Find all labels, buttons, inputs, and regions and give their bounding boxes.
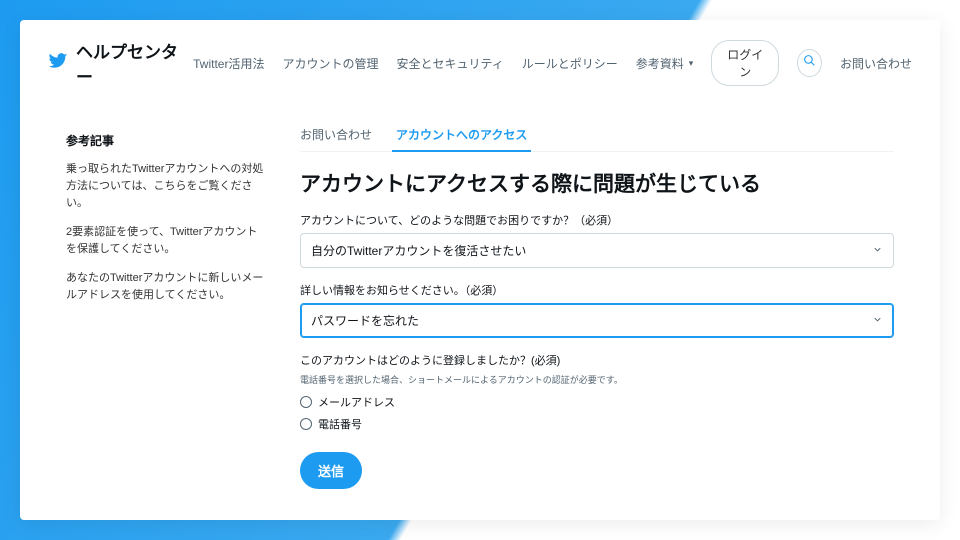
sidebar: 参考記事 乗っ取られたTwitterアカウントへの対処方法については、こちらをご…	[66, 102, 266, 508]
main-content: お問い合わせ アカウントへのアクセス アカウントにアクセスする際に問題が生じてい…	[300, 102, 894, 508]
q2-label: 詳しい情報をお知らせください。（必須）	[300, 282, 894, 298]
nav-usage[interactable]: Twitter活用法	[193, 55, 264, 72]
radio-icon	[300, 396, 312, 408]
issue-type-select[interactable]: 自分のTwitterアカウントを復活させたい	[300, 233, 894, 268]
nav-safety[interactable]: 安全とセキュリティ	[396, 55, 503, 72]
related-article[interactable]: あなたのTwitterアカウントに新しいメールアドレスを使用してください。	[66, 270, 266, 304]
chevron-down-icon	[872, 314, 883, 328]
nav-contact[interactable]: お問い合わせ	[840, 55, 912, 72]
nav-resources[interactable]: 参考資料▾	[636, 55, 694, 72]
sidebar-heading: 参考記事	[66, 132, 266, 149]
page-title: アカウントにアクセスする際に問題が生じている	[300, 168, 894, 198]
q1-label: アカウントについて、どのような問題でお困りですか？（必須）	[300, 212, 894, 228]
tab-account-access[interactable]: アカウントへのアクセス	[396, 126, 527, 151]
select-value: 自分のTwitterアカウントを復活させたい	[311, 242, 526, 259]
related-article[interactable]: 2要素認証を使って、Twitterアカウントを保護してください。	[66, 224, 266, 258]
radio-email[interactable]: メールアドレス	[300, 394, 894, 410]
login-button[interactable]: ログイン	[711, 40, 779, 86]
brand[interactable]: ヘルプセンター	[48, 38, 193, 88]
twitter-logo-icon	[48, 51, 68, 76]
search-button[interactable]	[797, 49, 822, 77]
tab-contact[interactable]: お問い合わせ	[300, 126, 372, 151]
submit-button[interactable]: 送信	[300, 452, 362, 489]
search-icon	[803, 54, 816, 72]
site-title: ヘルプセンター	[76, 38, 193, 88]
nav-manage[interactable]: アカウントの管理	[282, 55, 378, 72]
issue-detail-select[interactable]: パスワードを忘れた	[300, 303, 894, 338]
select-value: パスワードを忘れた	[311, 312, 419, 329]
q3-label: このアカウントはどのように登録しましたか？(必須)	[300, 352, 894, 368]
top-nav: Twitter活用法 アカウントの管理 安全とセキュリティ ルールとポリシー 参…	[193, 40, 912, 86]
nav-rules[interactable]: ルールとポリシー	[522, 55, 618, 72]
radio-phone[interactable]: 電話番号	[300, 416, 894, 432]
chevron-down-icon: ▾	[689, 58, 694, 69]
chevron-down-icon	[872, 244, 883, 258]
q3-hint: 電話番号を選択した場合、ショートメールによるアカウントの認証が必要です。	[300, 373, 894, 386]
tabs: お問い合わせ アカウントへのアクセス	[300, 126, 894, 152]
related-article[interactable]: 乗っ取られたTwitterアカウントへの対処方法については、こちらをご覧ください…	[66, 161, 266, 212]
radio-icon	[300, 418, 312, 430]
